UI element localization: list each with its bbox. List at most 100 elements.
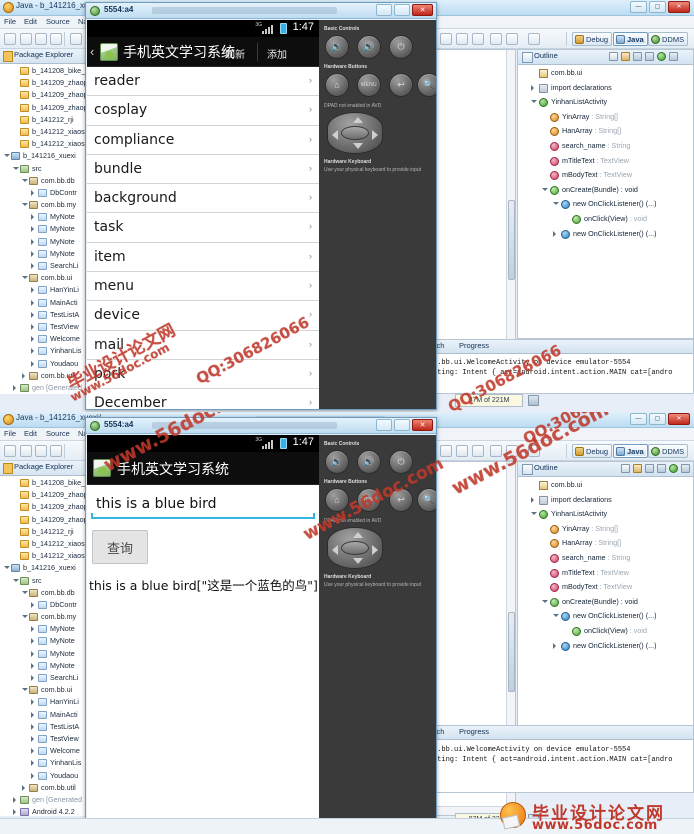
perspective-ddms[interactable]: DDMS — [648, 32, 689, 46]
emulator-screen-1[interactable]: 3G 1:47 ‹ 手机英文学习系统 刷新 添加 reader › cosplay ›… — [87, 20, 319, 409]
eclipse-window-buttons-2[interactable]: — ▢ ✕ — [630, 413, 690, 425]
tree-expand-arrow[interactable] — [31, 650, 34, 657]
tree-expand-arrow[interactable] — [31, 250, 34, 257]
back-nav-icon[interactable] — [490, 33, 502, 45]
tree-expand-arrow[interactable] — [31, 662, 34, 669]
emulator-close-button[interactable] — [412, 4, 433, 16]
save-all-icon-2[interactable] — [35, 445, 47, 457]
external-tools-icon-2[interactable] — [456, 445, 468, 457]
outline-row[interactable]: YinArray : String[] — [518, 522, 693, 537]
tree-expand-arrow[interactable] — [31, 360, 34, 367]
outline-expand-arrow[interactable] — [553, 230, 556, 237]
hide-nonpublic-icon-2[interactable] — [669, 464, 678, 473]
tree-expand-arrow[interactable] — [31, 287, 34, 294]
outline-row[interactable]: onCreate(Bundle) : void — [518, 595, 693, 610]
minimize-button[interactable]: — — [630, 1, 647, 13]
debug-icon-2[interactable] — [440, 445, 452, 457]
external-tools-icon[interactable] — [456, 33, 468, 45]
dpad-center-button-2[interactable] — [340, 540, 370, 556]
outline-expand-arrow[interactable] — [542, 599, 548, 606]
outline-expand-arrow[interactable] — [531, 84, 534, 91]
tree-expand-arrow-open[interactable] — [4, 566, 10, 572]
dpad-center-button[interactable] — [340, 125, 370, 141]
chevron-left-icon[interactable]: ‹ — [90, 44, 94, 59]
menu-file[interactable]: File — [4, 17, 16, 26]
hide-static-icon-2[interactable] — [657, 464, 666, 473]
outline-row[interactable]: import declarations — [518, 493, 693, 508]
tree-expand-arrow[interactable] — [31, 336, 34, 343]
outline-expand-arrow[interactable] — [531, 496, 534, 503]
emulator-minimize-button[interactable] — [376, 4, 392, 16]
android-list-1[interactable]: reader › cosplay › compliance › bundle › backgro… — [87, 67, 319, 409]
volume-up-button[interactable]: 🔊 — [357, 35, 381, 59]
minimize-button-2[interactable]: — — [630, 413, 647, 425]
emulator-screen-2[interactable]: 3G 1:47 手机英文学习系统 this is a blue bird 查询 — [87, 435, 319, 831]
emulator-controls-2[interactable]: Basic Controls 🔉 🔊 ⏻ Hardware Buttons ⌂ … — [319, 435, 436, 831]
power-button-2[interactable]: ⏻ — [389, 450, 413, 474]
outline-tree-1[interactable]: com.bb.ui import declarations YinhanListAc… — [518, 66, 693, 338]
list-item[interactable]: bundle › — [87, 155, 319, 185]
query-button[interactable]: 查询 — [92, 530, 148, 564]
save-icon-2[interactable] — [20, 445, 32, 457]
dpad-left-icon-2[interactable] — [332, 545, 338, 555]
tree-expand-arrow[interactable] — [31, 638, 34, 645]
sort-icon[interactable] — [621, 52, 630, 61]
tree-expand-arrow[interactable] — [31, 772, 34, 779]
volume-down-button[interactable]: 🔉 — [325, 35, 349, 59]
tree-expand-arrow[interactable] — [31, 263, 34, 269]
outline-toolbar[interactable] — [609, 52, 690, 61]
outline-expand-arrow[interactable] — [553, 614, 559, 620]
tree-expand-arrow-open[interactable] — [22, 615, 28, 621]
tree-expand-arrow[interactable] — [31, 748, 34, 755]
outline-row[interactable]: mBodyText : TextView — [518, 580, 693, 595]
outline-tabbar-1[interactable]: Outline — [518, 50, 693, 65]
view-menu-icon[interactable] — [681, 52, 690, 61]
search-button-2[interactable]: 🔍 — [417, 488, 436, 512]
search-input[interactable]: this is a blue bird — [91, 493, 315, 519]
list-item[interactable]: reader › — [87, 67, 319, 97]
tree-expand-arrow-open[interactable] — [22, 688, 28, 694]
tree-expand-arrow-open[interactable] — [22, 178, 28, 185]
console-tabbar-2[interactable]: rch Progress — [431, 726, 693, 740]
list-item[interactable]: task › — [87, 213, 319, 243]
outline-row[interactable]: YinArray : String[] — [518, 110, 693, 125]
outline-tabbar-2[interactable]: Outline — [518, 462, 693, 477]
tree-expand-arrow[interactable] — [31, 226, 34, 233]
outline-row[interactable]: YinhanListActivity — [518, 507, 693, 522]
outline-expand-arrow[interactable] — [531, 512, 537, 518]
outline-row[interactable]: onClick(View) : void — [518, 624, 693, 639]
outline-row[interactable]: com.bb.ui — [518, 66, 693, 81]
debug-icon[interactable] — [440, 33, 452, 45]
emulator-minimize-button-2[interactable] — [376, 419, 392, 431]
emulator-window-buttons-1[interactable] — [376, 4, 433, 16]
list-item[interactable]: device › — [87, 301, 319, 331]
tree-expand-arrow[interactable] — [31, 238, 34, 245]
tree-expand-arrow-open[interactable] — [13, 166, 19, 173]
tree-expand-arrow-open[interactable] — [22, 276, 28, 282]
perspective-ddms-2[interactable]: DDMS — [648, 444, 689, 458]
tab-progress[interactable]: Progress — [459, 341, 489, 350]
dpad-right-icon-2[interactable] — [372, 545, 378, 555]
emulator-window-1[interactable]: 5554:a4 3G 1:47 ‹ — [85, 2, 437, 410]
outline-row[interactable]: YinhanListActivity — [518, 95, 693, 110]
tree-expand-arrow[interactable] — [22, 372, 25, 379]
outline-row[interactable]: new OnClickListener() (...) — [518, 197, 693, 212]
outline-row[interactable]: new OnClickListener() (...) — [518, 609, 693, 624]
emulator-window-buttons-2[interactable] — [376, 419, 433, 431]
hide-static-icon[interactable] — [645, 52, 654, 61]
back-button[interactable]: ↩ — [389, 73, 413, 97]
outline-row[interactable]: new OnClickListener() (...) — [518, 639, 693, 654]
outline-row[interactable]: import declarations — [518, 81, 693, 96]
maximize-button-2[interactable]: ▢ — [649, 413, 666, 425]
tree-expand-arrow[interactable] — [13, 809, 16, 816]
tab-package-explorer-2[interactable]: Package Explorer — [3, 462, 73, 474]
run-icon[interactable] — [70, 33, 82, 45]
list-item[interactable]: mail › — [87, 331, 319, 360]
menu-button-2[interactable]: MENU — [357, 488, 381, 512]
list-item[interactable]: background › — [87, 184, 319, 214]
editor-vscroll-thumb[interactable] — [508, 200, 515, 280]
tree-expand-arrow[interactable] — [31, 675, 34, 681]
outline-expand-arrow[interactable] — [542, 187, 548, 194]
close-button-2[interactable]: ✕ — [668, 413, 690, 425]
save-all-icon[interactable] — [35, 33, 47, 45]
